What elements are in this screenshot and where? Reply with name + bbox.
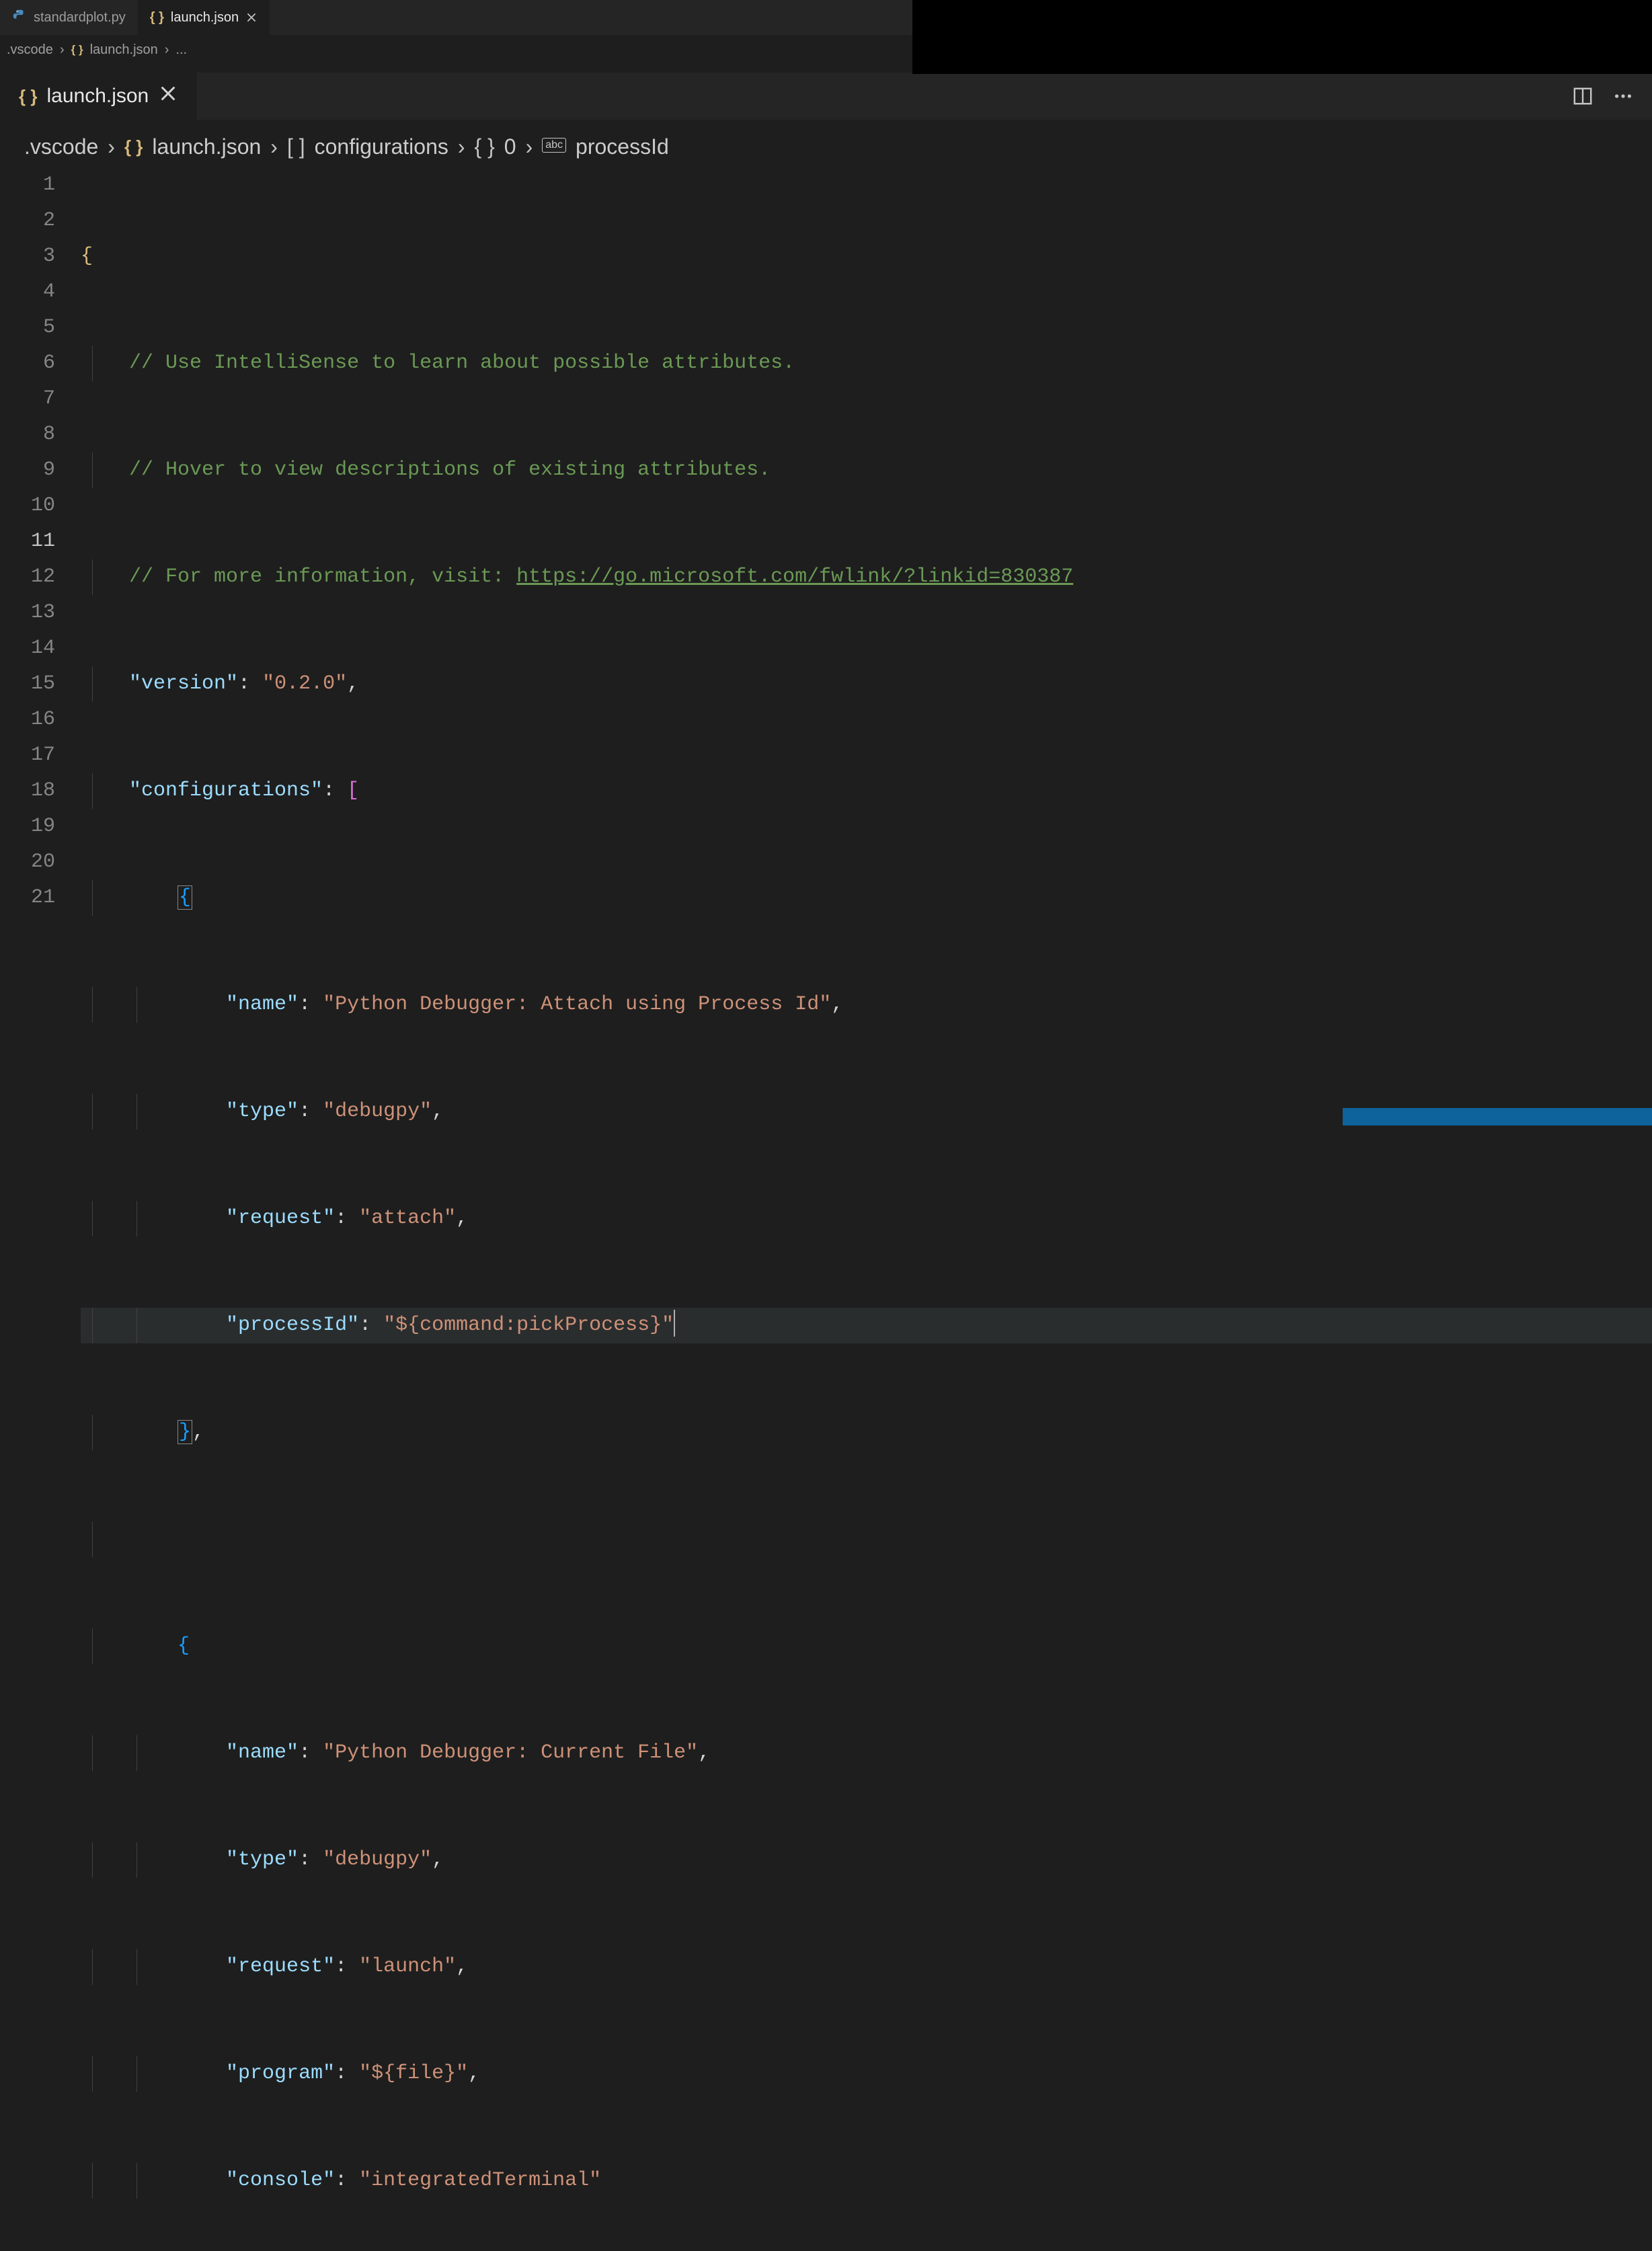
line-number: 4 bbox=[0, 274, 55, 310]
chevron-right-icon: › bbox=[60, 42, 65, 58]
code-line: "version": "0.2.0", bbox=[81, 666, 1652, 702]
breadcrumb-segment[interactable]: 0 bbox=[504, 134, 516, 159]
breadcrumb-segment[interactable]: .vscode bbox=[24, 134, 98, 159]
tab-launch-json[interactable]: { } launch.json bbox=[138, 0, 270, 35]
breadcrumb-large[interactable]: .vscode › { } launch.json › [ ] configur… bbox=[0, 120, 1652, 166]
json-file-icon: { } bbox=[19, 86, 37, 107]
json-file-icon: { } bbox=[124, 136, 143, 157]
code-area[interactable]: { // Use IntelliSense to learn about pos… bbox=[81, 167, 1652, 2251]
string-icon: abc bbox=[542, 138, 566, 153]
line-number: 9 bbox=[0, 452, 55, 488]
tab-launch-json-large[interactable]: { } launch.json bbox=[0, 73, 197, 120]
code-line: "program": "${file}", bbox=[81, 2056, 1652, 2092]
line-number: 19 bbox=[0, 809, 55, 844]
code-line bbox=[81, 1522, 1652, 1557]
code-line: "name": "Python Debugger: Attach using P… bbox=[81, 987, 1652, 1023]
chevron-right-icon: › bbox=[270, 134, 278, 159]
status-bar-fragment bbox=[1343, 1108, 1652, 1126]
chevron-right-icon: › bbox=[165, 42, 169, 58]
line-number: 11 bbox=[0, 524, 55, 559]
breadcrumb-segment[interactable]: configurations bbox=[315, 134, 448, 159]
line-number: 17 bbox=[0, 738, 55, 773]
chevron-right-icon: › bbox=[108, 134, 115, 159]
line-number: 6 bbox=[0, 346, 55, 381]
code-editor[interactable]: 1 2 3 4 5 6 7 8 9 10 11 12 13 14 15 16 1… bbox=[0, 166, 1652, 2251]
code-line: { bbox=[81, 1628, 1652, 1664]
json-file-icon: { } bbox=[71, 43, 83, 56]
line-number: 20 bbox=[0, 844, 55, 880]
line-number: 13 bbox=[0, 595, 55, 631]
close-icon[interactable] bbox=[245, 11, 258, 24]
python-file-icon bbox=[12, 8, 27, 27]
code-line: "configurations": [ bbox=[81, 773, 1652, 809]
line-number-gutter: 1 2 3 4 5 6 7 8 9 10 11 12 13 14 15 16 1… bbox=[0, 167, 81, 2251]
line-number: 2 bbox=[0, 203, 55, 239]
chevron-right-icon: › bbox=[458, 134, 465, 159]
tab-label: standardplot.py bbox=[34, 10, 126, 26]
line-number: 5 bbox=[0, 310, 55, 346]
tab-label: launch.json bbox=[46, 85, 149, 108]
line-number: 8 bbox=[0, 417, 55, 452]
line-number: 21 bbox=[0, 880, 55, 916]
line-number: 1 bbox=[0, 167, 55, 203]
code-line: "request": "launch", bbox=[81, 1949, 1652, 1985]
breadcrumb-segment[interactable]: ... bbox=[175, 42, 187, 58]
text-cursor bbox=[674, 1310, 675, 1337]
code-line: "name": "Python Debugger: Current File", bbox=[81, 1735, 1652, 1771]
title-bar-void bbox=[912, 0, 1652, 74]
tab-standardplot-py[interactable]: standardplot.py bbox=[0, 0, 138, 35]
object-icon: { } bbox=[475, 134, 495, 159]
line-number: 15 bbox=[0, 666, 55, 702]
large-tab-actions bbox=[1573, 73, 1652, 120]
code-line: "request": "attach", bbox=[81, 1201, 1652, 1236]
breadcrumb-segment[interactable]: launch.json bbox=[90, 42, 158, 58]
code-line: // For more information, visit: https://… bbox=[81, 559, 1652, 595]
chevron-right-icon: › bbox=[526, 134, 533, 159]
breadcrumb-segment[interactable]: processId bbox=[576, 134, 669, 159]
line-number: 10 bbox=[0, 488, 55, 524]
tab-label: launch.json bbox=[171, 10, 239, 26]
line-number: 3 bbox=[0, 239, 55, 274]
code-line: }, bbox=[81, 1415, 1652, 1450]
close-icon[interactable] bbox=[158, 83, 178, 109]
line-number: 12 bbox=[0, 559, 55, 595]
split-editor-icon[interactable] bbox=[1573, 86, 1593, 106]
code-line: { bbox=[81, 239, 1652, 274]
large-tab-strip: { } launch.json bbox=[0, 73, 1652, 120]
line-number: 18 bbox=[0, 773, 55, 809]
code-line: // Use IntelliSense to learn about possi… bbox=[81, 346, 1652, 381]
code-line: "console": "integratedTerminal" bbox=[81, 2163, 1652, 2199]
breadcrumb-segment[interactable]: .vscode bbox=[7, 42, 53, 58]
json-file-icon: { } bbox=[150, 10, 164, 26]
line-number: 14 bbox=[0, 631, 55, 666]
code-line: // Hover to view descriptions of existin… bbox=[81, 452, 1652, 488]
line-number: 16 bbox=[0, 702, 55, 738]
code-line: "type": "debugpy", bbox=[81, 1842, 1652, 1878]
more-actions-icon[interactable] bbox=[1613, 86, 1633, 106]
breadcrumb-segment[interactable]: launch.json bbox=[152, 134, 261, 159]
array-icon: [ ] bbox=[287, 134, 305, 159]
code-line: { bbox=[81, 880, 1652, 916]
code-line: "processId": "${command:pickProcess}" bbox=[81, 1308, 1652, 1343]
line-number: 7 bbox=[0, 381, 55, 417]
